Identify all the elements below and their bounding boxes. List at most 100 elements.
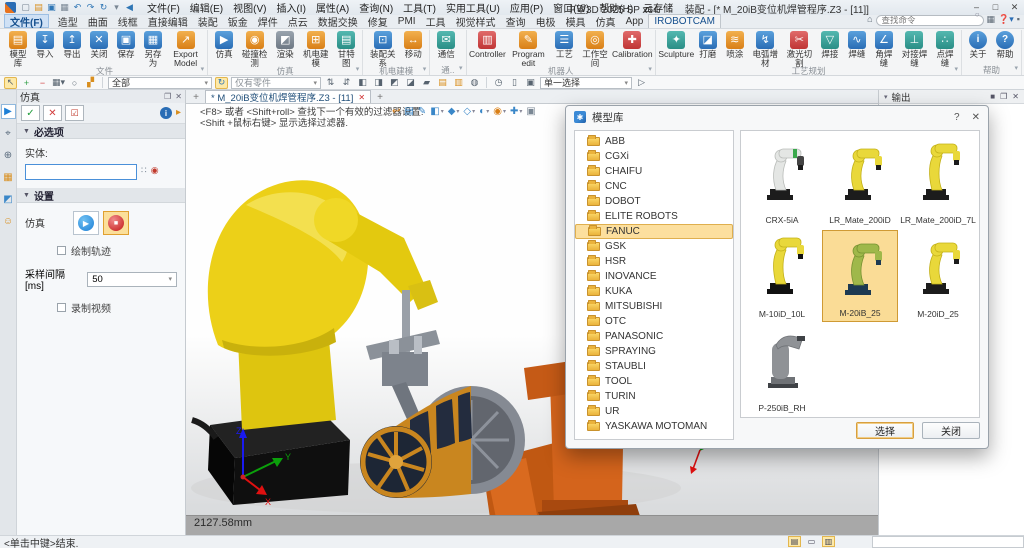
remove-icon[interactable]: − — [36, 77, 49, 89]
folder-item[interactable]: OTC — [575, 314, 733, 329]
ribbon-item[interactable]: ◩渲染 — [272, 31, 298, 59]
pick-filter-icon[interactable]: ↖ — [4, 77, 17, 89]
draw-track-checkbox[interactable]: 绘制轨迹 — [57, 243, 185, 258]
float-panel-icon[interactable]: ❐ — [1000, 92, 1007, 101]
pick-mode-dropdown[interactable]: 单一选择▾ — [540, 77, 632, 89]
folder-item[interactable]: TURIN — [575, 389, 733, 404]
folder-item[interactable]: ABB — [575, 134, 733, 149]
interval-select[interactable]: 50▾ — [87, 272, 177, 287]
images-icon[interactable]: ▥ — [452, 77, 465, 89]
sim-play-button[interactable]: ▶ — [73, 211, 99, 235]
ribbon-tab[interactable]: 查询 — [501, 14, 531, 28]
constraint-icon[interactable]: ◪ — [404, 77, 417, 89]
half-shade-icon[interactable]: ◐▾ — [479, 106, 489, 117]
layout-icon[interactable]: ▤ — [404, 106, 413, 117]
redo-icon[interactable]: ↷ — [84, 1, 97, 14]
select-button[interactable]: 选择 — [856, 422, 914, 439]
folder-item[interactable]: INOVANCE — [575, 269, 733, 284]
ribbon-item[interactable]: ✎Program edit — [506, 31, 550, 68]
required-section-header[interactable]: ▼必选项 — [17, 124, 185, 139]
ribbon-item[interactable]: ✦Sculpture — [659, 31, 694, 59]
record-stop-icon[interactable]: ■ — [990, 92, 995, 101]
dialog-launcher-icon[interactable]: ▾ — [356, 65, 360, 73]
ribbon-tab[interactable]: 工具 — [421, 14, 451, 28]
ribbon-item[interactable]: ∴点焊缝 — [932, 31, 958, 68]
record-video-checkbox[interactable]: 录制视频 — [57, 300, 185, 315]
ribbon-tab[interactable]: 点云 — [283, 14, 313, 28]
folder-view-icon[interactable]: ▥ — [822, 536, 835, 547]
ribbon-item[interactable]: ↥导出 — [59, 31, 85, 59]
regen-icon[interactable]: ↻ — [215, 77, 228, 89]
ribbon-item[interactable]: ▣保存 — [113, 31, 139, 59]
solid-icon[interactable]: ▦ — [1, 170, 16, 185]
ribbon-tab[interactable]: 曲面 — [83, 14, 113, 28]
ribbon-item[interactable]: ▶仿真 — [211, 31, 237, 59]
model-card[interactable]: LR_Mate_200iD — [822, 136, 898, 228]
sim-stop-button[interactable]: ■ — [103, 211, 129, 235]
ribbon-item[interactable]: i关于 — [965, 31, 991, 59]
close-panel-icon[interactable]: ✕ — [175, 92, 182, 101]
print-icon[interactable]: ▦ — [58, 1, 71, 14]
ribbon-item[interactable]: ↯电弧增材 — [749, 31, 782, 68]
doc-hint-icon[interactable]: ▸ — [176, 107, 181, 119]
ribbon-item[interactable]: ▽焊接 — [817, 31, 843, 59]
ribbon-tab[interactable]: 电极 — [531, 14, 561, 28]
ribbon-item[interactable]: ⊥对接焊缝 — [898, 31, 931, 68]
model-card[interactable]: LR_Mate_200iD_7L — [900, 136, 976, 228]
ribbon-item[interactable]: ▥Controller — [470, 31, 506, 59]
ribbon-item[interactable]: ✕关闭 — [86, 31, 112, 59]
structure-icon[interactable]: ⊕ — [1, 148, 16, 163]
add-icon[interactable]: + — [20, 77, 33, 89]
new-file-icon[interactable]: ▢ — [19, 1, 32, 14]
ribbon-item[interactable]: ↧导入 — [32, 31, 58, 59]
dialog-launcher-icon[interactable]: ▾ — [954, 65, 958, 73]
parts-filter-dropdown[interactable]: 仅有零件▾ — [231, 77, 321, 89]
folder-item[interactable]: TOOL — [575, 374, 733, 389]
folder-item[interactable]: KUKA — [575, 284, 733, 299]
ribbon-tab[interactable]: 装配 — [193, 14, 223, 28]
folder-item[interactable]: STAUBLI — [575, 359, 733, 374]
cancel-button[interactable]: ✕ — [43, 105, 62, 121]
model-card[interactable]: M-20iD_25 — [900, 230, 976, 322]
ok-button[interactable]: ✓ — [21, 105, 40, 121]
model-card[interactable]: CRX-5iA — [744, 136, 820, 228]
ribbon-tab[interactable]: 直接编辑 — [143, 14, 193, 28]
entity-input[interactable] — [25, 164, 137, 180]
chart-icon[interactable]: ▞ — [84, 77, 97, 89]
dialog-launcher-icon[interactable]: ▾ — [459, 64, 463, 72]
ribbon-tab[interactable]: 数据交换 — [313, 14, 363, 28]
next-icon[interactable]: ▷ — [635, 77, 648, 89]
measure-icon[interactable]: ✚▾ — [510, 106, 522, 117]
probe-icon[interactable]: ⌖ — [1, 126, 16, 141]
ribbon-tab[interactable]: 钣金 — [223, 14, 253, 28]
ribbon-tab[interactable]: App — [621, 14, 649, 28]
window-pick-icon[interactable]: ▦▾ — [52, 77, 65, 89]
save-icon[interactable]: ▣ — [45, 1, 58, 14]
ribbon-item[interactable]: ⊡装配关系 — [366, 31, 399, 68]
dialog-close-icon[interactable]: ✕ — [972, 112, 980, 123]
close-tab-icon[interactable]: ✕ — [358, 93, 365, 102]
monitor-icon[interactable]: ▭ — [805, 536, 818, 547]
play-icon[interactable]: ◀ — [123, 1, 136, 14]
ribbon-item[interactable]: ▦另存为 — [140, 31, 166, 68]
dock-icon[interactable]: ❐ — [164, 92, 171, 101]
filter-dropdown[interactable]: 全部▾ — [108, 77, 212, 89]
tab-file[interactable]: 文件(F) — [4, 14, 49, 28]
ribbon-tab[interactable]: 仿真 — [591, 14, 621, 28]
ribbon-tab[interactable]: 焊件 — [253, 14, 283, 28]
align2-icon[interactable]: ⇵ — [340, 77, 353, 89]
refresh-icon[interactable]: ↻ — [97, 1, 110, 14]
constraint-icon[interactable]: ◧ — [356, 77, 369, 89]
folder-item[interactable]: PANASONIC — [575, 329, 733, 344]
panel-menu-icon[interactable]: ▾ — [884, 93, 888, 101]
folder-item[interactable]: CHAIFU — [575, 164, 733, 179]
model-card[interactable]: M-20iB_25 — [822, 230, 898, 322]
ribbon-item[interactable]: ?帮助 — [992, 31, 1018, 59]
doc-grid-icon[interactable]: ▤ — [788, 536, 801, 547]
ribbon-tab[interactable]: PMI — [393, 14, 421, 28]
folder-item[interactable]: YASKAWA MOTOMAN — [575, 419, 733, 434]
ribbon-item[interactable]: ≋喷涂 — [722, 31, 748, 59]
info-icon[interactable]: i — [160, 107, 172, 119]
pick-point-icon[interactable]: ◉ — [151, 165, 159, 176]
circle-pick-icon[interactable]: ○ — [68, 77, 81, 89]
